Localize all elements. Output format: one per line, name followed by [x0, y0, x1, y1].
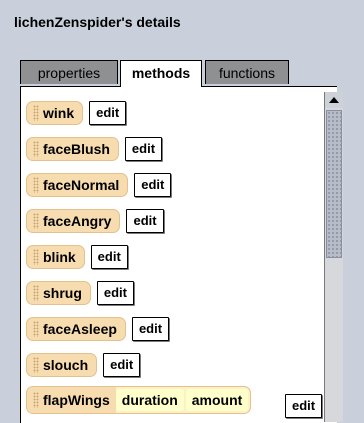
edit-button[interactable]: edit: [134, 173, 172, 197]
edit-button[interactable]: edit: [89, 101, 127, 125]
arrow-up-icon: [329, 97, 339, 103]
method-tile[interactable]: faceAsleep: [26, 317, 126, 341]
edit-button[interactable]: edit: [285, 394, 323, 418]
method-name: faceAsleep: [43, 321, 117, 337]
method-name-segment: flapWings: [27, 387, 116, 413]
edit-button[interactable]: edit: [131, 317, 170, 341]
method-tile[interactable]: shrug: [26, 281, 91, 305]
method-name: faceAngry: [43, 213, 112, 229]
method-name: shrug: [43, 285, 82, 301]
drag-grip-icon: [33, 213, 39, 229]
panel-title: lichenZenspider's details: [14, 14, 181, 30]
method-row-slouch: slouch edit: [26, 352, 141, 378]
param-amount[interactable]: amount: [185, 389, 249, 411]
method-name: wink: [43, 105, 75, 121]
edit-button[interactable]: edit: [124, 137, 163, 161]
method-name: faceBlush: [43, 141, 110, 157]
method-name: slouch: [43, 357, 89, 373]
edit-button[interactable]: edit: [96, 281, 135, 305]
method-row-faceangry: faceAngry edit: [26, 208, 164, 234]
edit-button[interactable]: edit: [90, 245, 128, 269]
method-row-blink: blink edit: [26, 244, 128, 270]
method-tile[interactable]: faceBlush: [26, 137, 119, 161]
scroll-up-button[interactable]: [325, 92, 343, 108]
drag-grip-icon: [33, 285, 39, 301]
drag-grip-icon: [33, 177, 39, 193]
method-tile[interactable]: blink: [26, 245, 85, 269]
drag-grip-icon: [33, 141, 39, 157]
method-tile[interactable]: faceNormal: [26, 173, 129, 197]
method-row-wink: wink edit: [26, 100, 127, 126]
drag-grip-icon: [33, 392, 39, 408]
edit-button[interactable]: edit: [126, 209, 164, 233]
vertical-scrollbar[interactable]: [324, 92, 343, 422]
drag-grip-icon: [33, 249, 39, 265]
method-row-faceasleep: faceAsleep edit: [26, 316, 170, 342]
method-name: faceNormal: [43, 177, 120, 193]
method-tile[interactable]: slouch: [26, 353, 98, 377]
method-name: blink: [43, 249, 76, 265]
method-tile-flapwings[interactable]: flapWings duration amount: [26, 386, 252, 414]
method-row-shrug: shrug edit: [26, 280, 135, 306]
method-name: flapWings: [43, 392, 110, 408]
method-tile[interactable]: wink: [26, 101, 84, 125]
tab-methods[interactable]: methods: [120, 60, 202, 87]
tab-functions[interactable]: functions: [205, 60, 289, 84]
drag-grip-icon: [33, 357, 39, 373]
scroll-thumb[interactable]: [326, 110, 342, 258]
method-tile[interactable]: faceAngry: [26, 209, 121, 233]
method-row-facenormal: faceNormal edit: [26, 172, 172, 198]
edit-button[interactable]: edit: [103, 353, 141, 377]
tab-properties[interactable]: properties: [20, 60, 118, 84]
drag-grip-icon: [33, 105, 39, 121]
method-row-faceblush: faceBlush edit: [26, 136, 163, 162]
drag-grip-icon: [33, 321, 39, 337]
param-duration[interactable]: duration: [115, 389, 184, 411]
